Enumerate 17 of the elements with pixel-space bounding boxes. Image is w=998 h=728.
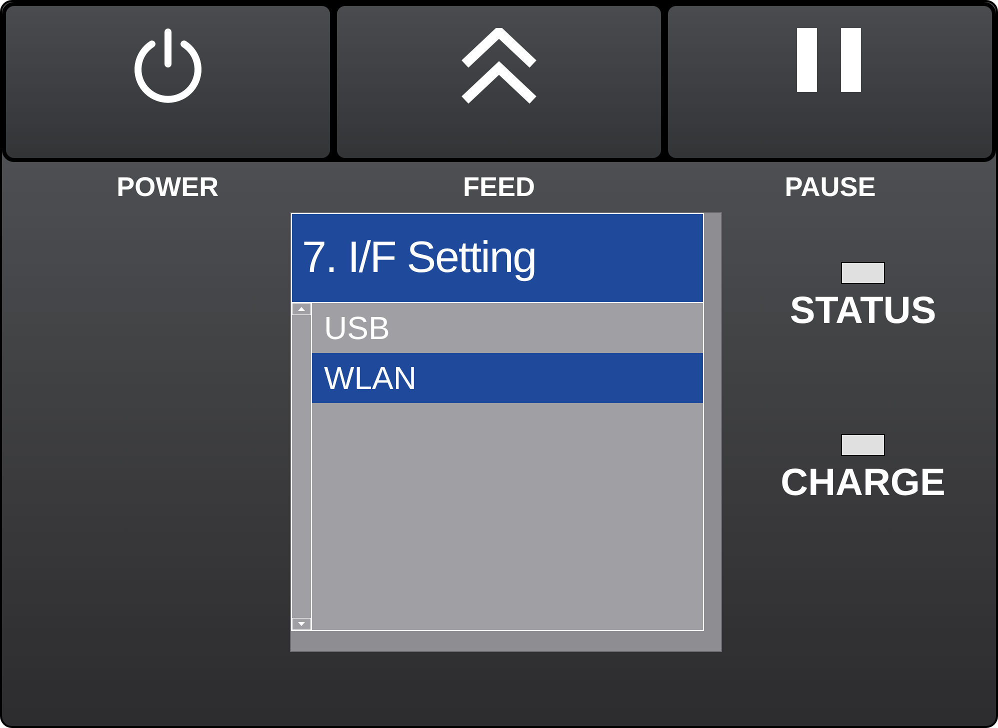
menu-item[interactable]: WLAN [312,353,703,403]
button-label: POWER [116,170,219,204]
button-label: FEED [462,170,535,204]
button-label: PAUSE [784,170,876,204]
feed-button[interactable] [337,6,661,158]
double-chevron-up-icon [461,28,537,104]
pause-icon [797,28,863,92]
indicator-light [840,262,885,284]
scroll-up-icon[interactable] [292,303,311,315]
power-button[interactable] [6,6,330,158]
indicator-label: STATUS [790,292,936,330]
screen-title: 7. I/F Setting [291,213,704,303]
indicator-light [841,434,885,456]
scroll-down-icon[interactable] [292,618,311,630]
indicator-label: CHARGE [780,464,946,502]
pause-button[interactable] [668,6,992,158]
scrollbar[interactable] [292,303,312,630]
